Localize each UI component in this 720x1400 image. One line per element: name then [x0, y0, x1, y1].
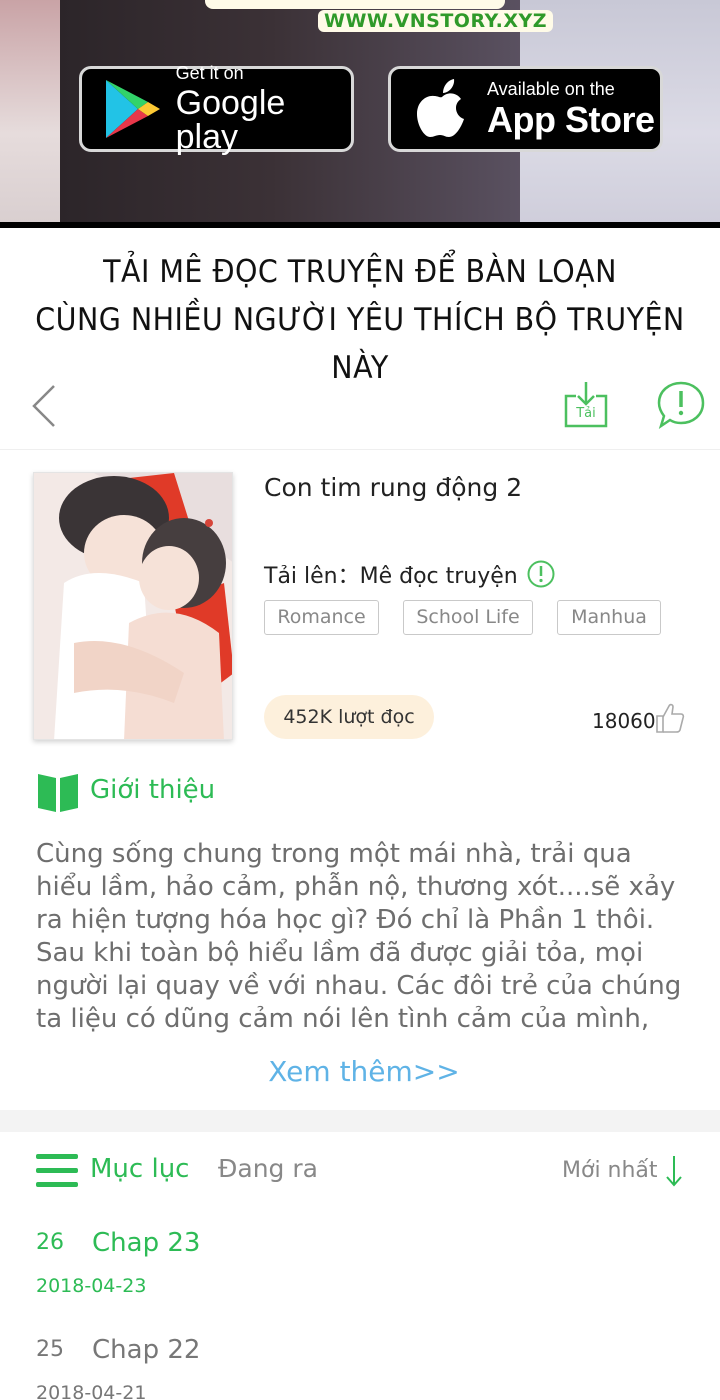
- google-play-small-label: Get it on: [175, 63, 244, 83]
- top-nav-bar: Tải: [0, 362, 720, 450]
- google-play-big-label: Google play: [175, 84, 286, 156]
- like-count: 18060: [592, 709, 656, 733]
- apple-icon: [407, 74, 477, 144]
- read-count-badge: 452K lượt đọc: [264, 695, 434, 739]
- toc-heading: Mục lục: [90, 1154, 190, 1184]
- promo-headline-line1: TẢI MÊ ĐỌC TRUYỆN ĐỂ BÀN LOẠN: [103, 254, 617, 290]
- section-divider: [0, 1110, 720, 1132]
- google-play-button[interactable]: Get it on Google play: [79, 63, 354, 156]
- uploader-label: Tải lên：Mê đọc truyện: [264, 564, 518, 589]
- book-cover-image[interactable]: [33, 472, 233, 740]
- sort-newest-button[interactable]: Mới nhất: [562, 1158, 658, 1183]
- chapter-number: 25: [36, 1337, 64, 1362]
- intro-heading: Giới thiệu: [90, 775, 216, 805]
- read-more-link[interactable]: Xem thêm>>: [0, 1055, 720, 1088]
- google-play-icon: [98, 74, 166, 144]
- arrow-down-icon[interactable]: [664, 1154, 684, 1188]
- chapter-number: 26: [36, 1230, 64, 1255]
- chapter-date: 2018-04-23: [36, 1275, 147, 1297]
- chapter-date: 2018-04-21: [36, 1382, 147, 1400]
- chapter-title: Chap 23: [92, 1228, 201, 1258]
- promo-banner: WWW.VNSTORY.XYZ Get it on Google play Av…: [0, 0, 720, 222]
- download-label: Tải: [576, 406, 596, 421]
- app-store-small-label: Available on the: [487, 79, 615, 99]
- book-open-icon: [38, 774, 78, 812]
- book-title: Con tim rung động 2: [264, 473, 523, 502]
- site-url[interactable]: WWW.VNSTORY.XYZ: [318, 10, 554, 32]
- list-icon: [36, 1154, 78, 1187]
- app-store-big-label: App Store: [487, 99, 655, 140]
- thumbs-up-icon[interactable]: [655, 702, 685, 734]
- download-icon: [564, 382, 608, 428]
- chapter-title: Chap 22: [92, 1335, 201, 1365]
- report-icon[interactable]: [656, 380, 706, 430]
- banner-bottom-border: [0, 222, 720, 228]
- genre-tag[interactable]: Romance: [264, 600, 379, 635]
- genre-tag[interactable]: School Life: [403, 600, 533, 635]
- genre-tag[interactable]: Manhua: [557, 600, 661, 635]
- download-button[interactable]: Tải: [562, 380, 610, 430]
- back-arrow-icon[interactable]: [28, 384, 62, 428]
- banner-logo-strip: [205, 0, 505, 9]
- publication-status: Đang ra: [218, 1154, 318, 1183]
- uploader-info-icon[interactable]: [527, 560, 555, 588]
- app-store-button[interactable]: Available on the App Store: [388, 66, 663, 152]
- book-description: Cùng sống chung trong một mái nhà, trải …: [36, 839, 682, 1034]
